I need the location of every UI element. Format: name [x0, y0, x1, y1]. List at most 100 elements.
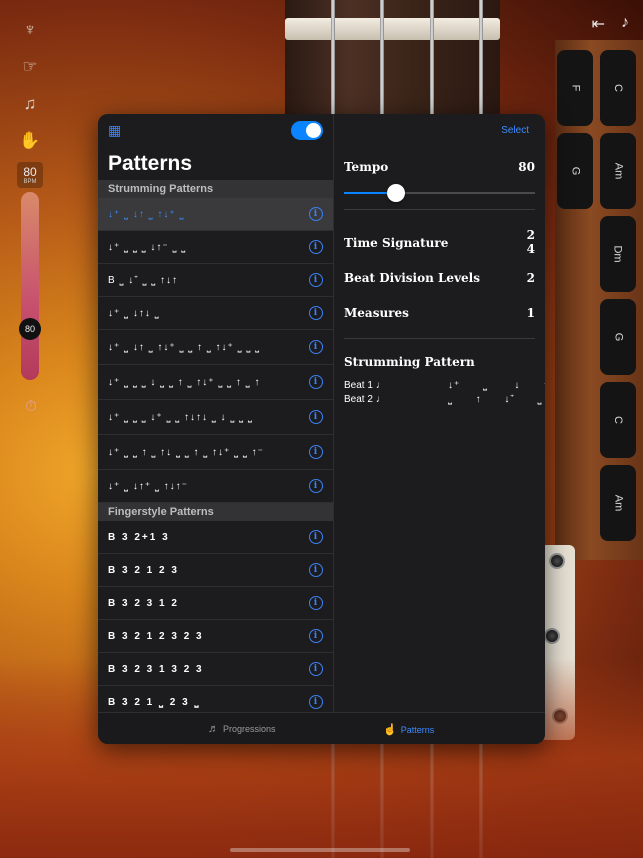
info-icon[interactable]: i	[309, 563, 323, 577]
tempo-value: 80	[518, 160, 535, 174]
info-icon[interactable]: i	[309, 410, 323, 424]
info-icon[interactable]: i	[309, 375, 323, 389]
fingerstyle-list: B 3 2+1 3iB 3 2 1 2 3iB 3 2 3 1 2iB 3 2 …	[98, 521, 333, 719]
info-icon[interactable]: i	[309, 273, 323, 287]
measures-label: Measures	[344, 306, 409, 320]
chord-button-am[interactable]: Am	[600, 465, 636, 541]
select-button[interactable]: Select	[501, 125, 529, 136]
beat-division-row[interactable]: Beat Division Levels 2	[344, 271, 535, 285]
info-icon[interactable]: i	[309, 629, 323, 643]
strumming-list: ↓⁺ ⎵ ↓↑ ⎵ ↑↓⁺ ⎵ i ↓⁺ ⎵ ⎵ ⎵ ↓↑⁻ ⎵ ⎵ i B ⎵ ↓⁺ …	[98, 198, 333, 503]
beat-2-notes: ⎵ ↑ ↓⁺ ⎵	[448, 394, 543, 405]
tab-progressions[interactable]: ♬ Progressions	[208, 723, 276, 735]
beat-division-label: Beat Division Levels	[344, 271, 480, 285]
pattern-label: ↓⁺ ⎵ ↓↑ ⎵ ↑↓⁺ ⎵	[108, 208, 185, 220]
chord-button-f[interactable]: F	[557, 50, 593, 126]
beat-division-value: 2	[526, 271, 535, 285]
list-item[interactable]: ↓⁺ ⎵ ⎵ ⎵ ↓↑⁻ ⎵ ⎵ i	[98, 231, 333, 264]
pattern-label: B 3 2 1 2 3 2 3	[108, 630, 204, 642]
pattern-label: B ⎵ ↓⁺ ⎵ ⎵ ↑↓↑	[108, 274, 179, 286]
page-title: Patterns	[108, 152, 193, 175]
patterns-popover: ▦ Patterns Strumming Patterns ↓⁺ ⎵ ↓↑ ⎵ …	[98, 114, 545, 744]
fingerstyle-section-header: Fingerstyle Patterns	[98, 503, 333, 521]
list-item[interactable]: B 3 2 3 1 3 2 3 i	[98, 653, 333, 686]
progressions-icon: ♬	[208, 723, 219, 735]
info-icon[interactable]: i	[309, 340, 323, 354]
pattern-label: B 3 2 3 1 2	[108, 597, 179, 609]
strumming-section-header: Strumming Patterns	[98, 180, 333, 198]
tab-bar: ♬ Progressions ☝ Patterns	[98, 712, 545, 744]
tempo-label: Tempo	[344, 160, 389, 174]
chord-button-am[interactable]: Am	[600, 133, 636, 209]
exit-icon[interactable]: ⇤	[592, 14, 605, 34]
bpm-display[interactable]: 80 BPM	[17, 162, 43, 188]
chord-column-left: FG	[557, 50, 593, 216]
tempo-slider-thumb[interactable]	[386, 184, 405, 202]
list-item[interactable]: ↓⁺ ⎵ ⎵ ⎵ ↓ ⎵ ⎵ ↑ ⎵ ↑↓⁺ ⎵ ⎵ ↑ ⎵ ↑ i	[98, 365, 333, 400]
time-signature-row[interactable]: Time Signature 2 4	[344, 228, 535, 256]
chord-button-c[interactable]: C	[600, 50, 636, 126]
table-list-icon[interactable]: ▦	[108, 122, 121, 139]
pattern-label: ↓⁺ ⎵ ↓↑ ⎵ ↑↓⁺ ⎵ ⎵ ↑ ⎵ ↑↓⁺ ⎵ ⎵ ⎵	[108, 341, 261, 353]
patterns-icon: ☝	[383, 724, 397, 736]
tuning-forks-icon[interactable]: ♆	[14, 14, 46, 46]
info-icon[interactable]: i	[309, 596, 323, 610]
time-signature-value: 2 4	[526, 228, 535, 256]
list-item[interactable]: B 3 2 3 1 2 i	[98, 587, 333, 620]
info-icon[interactable]: i	[309, 306, 323, 320]
chord-button-g[interactable]: G	[600, 299, 636, 375]
hand-pointer-icon[interactable]: ☞	[14, 51, 46, 83]
pattern-label: B 3 2 1 2 3	[108, 564, 179, 576]
list-item[interactable]: ↓⁺ ⎵ ⎵ ↑ ⎵ ↑↓ ⎵ ⎵ ↑ ⎵ ↑↓⁺ ⎵ ⎵ ↑⁻ i	[98, 435, 333, 470]
measures-row[interactable]: Measures 1	[344, 306, 535, 320]
pattern-label: ↓⁺ ⎵ ⎵ ⎵ ↓↑⁻ ⎵ ⎵	[108, 241, 187, 253]
music-list-icon[interactable]: ♫	[14, 88, 46, 120]
chord-button-g[interactable]: G	[557, 133, 593, 209]
left-toolbar: ♆ ☞ ♫ ✋ 80 BPM	[14, 14, 46, 188]
list-item[interactable]: ↓⁺ ⎵ ↓↑ ⎵ ↑↓⁺ ⎵ ⎵ ↑ ⎵ ↑↓⁺ ⎵ ⎵ ⎵ i	[98, 330, 333, 365]
hand-icon[interactable]: ✋	[14, 125, 46, 157]
pattern-label: ↓⁺ ⎵ ⎵ ↑ ⎵ ↑↓ ⎵ ⎵ ↑ ⎵ ↑↓⁺ ⎵ ⎵ ↑⁻	[108, 446, 264, 458]
beat-2-row[interactable]: Beat 2 ♩ ⎵ ↑ ↓⁺ ⎵	[344, 394, 542, 405]
list-item[interactable]: B ⎵ ↓⁺ ⎵ ⎵ ↑↓↑ i	[98, 264, 333, 297]
list-item[interactable]: ↓⁺ ⎵ ↓↑⁺ ⎵ ↑↓↑⁻ i	[98, 470, 333, 503]
info-icon[interactable]: i	[309, 530, 323, 544]
tempo-row: Tempo 80	[344, 160, 535, 174]
tab-patterns[interactable]: ☝ Patterns	[383, 723, 434, 736]
pattern-label: B 3 2 3 1 3 2 3	[108, 663, 204, 675]
beat-1-notes: ↓⁺ ⎵ ↓ ↑	[448, 380, 545, 391]
tempo-knob[interactable]: 80	[19, 318, 41, 340]
beat-2-label: Beat 2 ♩	[344, 394, 386, 405]
list-item[interactable]: ↓⁺ ⎵ ↓↑ ⎵ ↑↓⁺ ⎵ i	[98, 198, 333, 231]
pattern-label: B 3 2+1 3	[108, 531, 170, 543]
info-icon[interactable]: i	[309, 445, 323, 459]
list-item[interactable]: ↓⁺ ⎵ ⎵ ⎵ ↓⁺ ⎵ ⎵ ↑↓↑↓ ⎵ ↓ ⎵ ⎵ ⎵ i	[98, 400, 333, 435]
chord-button-dm[interactable]: Dm	[600, 216, 636, 292]
time-signature-label: Time Signature	[344, 236, 449, 250]
chord-column-right: C Am Dm G C Am	[600, 50, 636, 548]
list-item[interactable]: ↓⁺ ⎵ ↓↑↓ ⎵ i	[98, 297, 333, 330]
list-item[interactable]: B 3 2 1 2 3 i	[98, 554, 333, 587]
bpm-value: 80	[23, 165, 37, 179]
tempo-slider[interactable]: 80	[19, 192, 41, 380]
tempo-slider-track[interactable]	[344, 184, 535, 202]
info-icon[interactable]: i	[309, 240, 323, 254]
pattern-settings-pane: Select Tempo 80 Time Signature 2 4 Beat …	[334, 114, 545, 712]
patterns-toggle[interactable]	[291, 121, 323, 140]
chord-button-c[interactable]: C	[600, 382, 636, 458]
info-icon[interactable]: i	[309, 662, 323, 676]
music-note-icon[interactable]: ♪	[621, 14, 629, 34]
beat-1-row[interactable]: Beat 1 ♩ ↓⁺ ⎵ ↓ ↑	[344, 380, 545, 391]
info-icon[interactable]: i	[309, 479, 323, 493]
beat-1-label: Beat 1 ♩	[344, 380, 386, 391]
top-right-toolbar: ⇤ ♪	[592, 14, 629, 34]
info-icon[interactable]: i	[309, 695, 323, 709]
pattern-label: ↓⁺ ⎵ ⎵ ⎵ ↓ ⎵ ⎵ ↑ ⎵ ↑↓⁺ ⎵ ⎵ ↑ ⎵ ↑	[108, 376, 261, 388]
list-item[interactable]: B 3 2 1 2 3 2 3 i	[98, 620, 333, 653]
metronome-icon[interactable]: ⏱	[21, 398, 41, 418]
guitar-nut	[285, 18, 500, 40]
pattern-label: B 3 2 1 ⎵ 2 3 ⎵	[108, 696, 201, 708]
info-icon[interactable]: i	[309, 207, 323, 221]
pattern-label: ↓⁺ ⎵ ↓↑⁺ ⎵ ↑↓↑⁻	[108, 480, 188, 492]
list-item[interactable]: B 3 2+1 3 i	[98, 521, 333, 554]
